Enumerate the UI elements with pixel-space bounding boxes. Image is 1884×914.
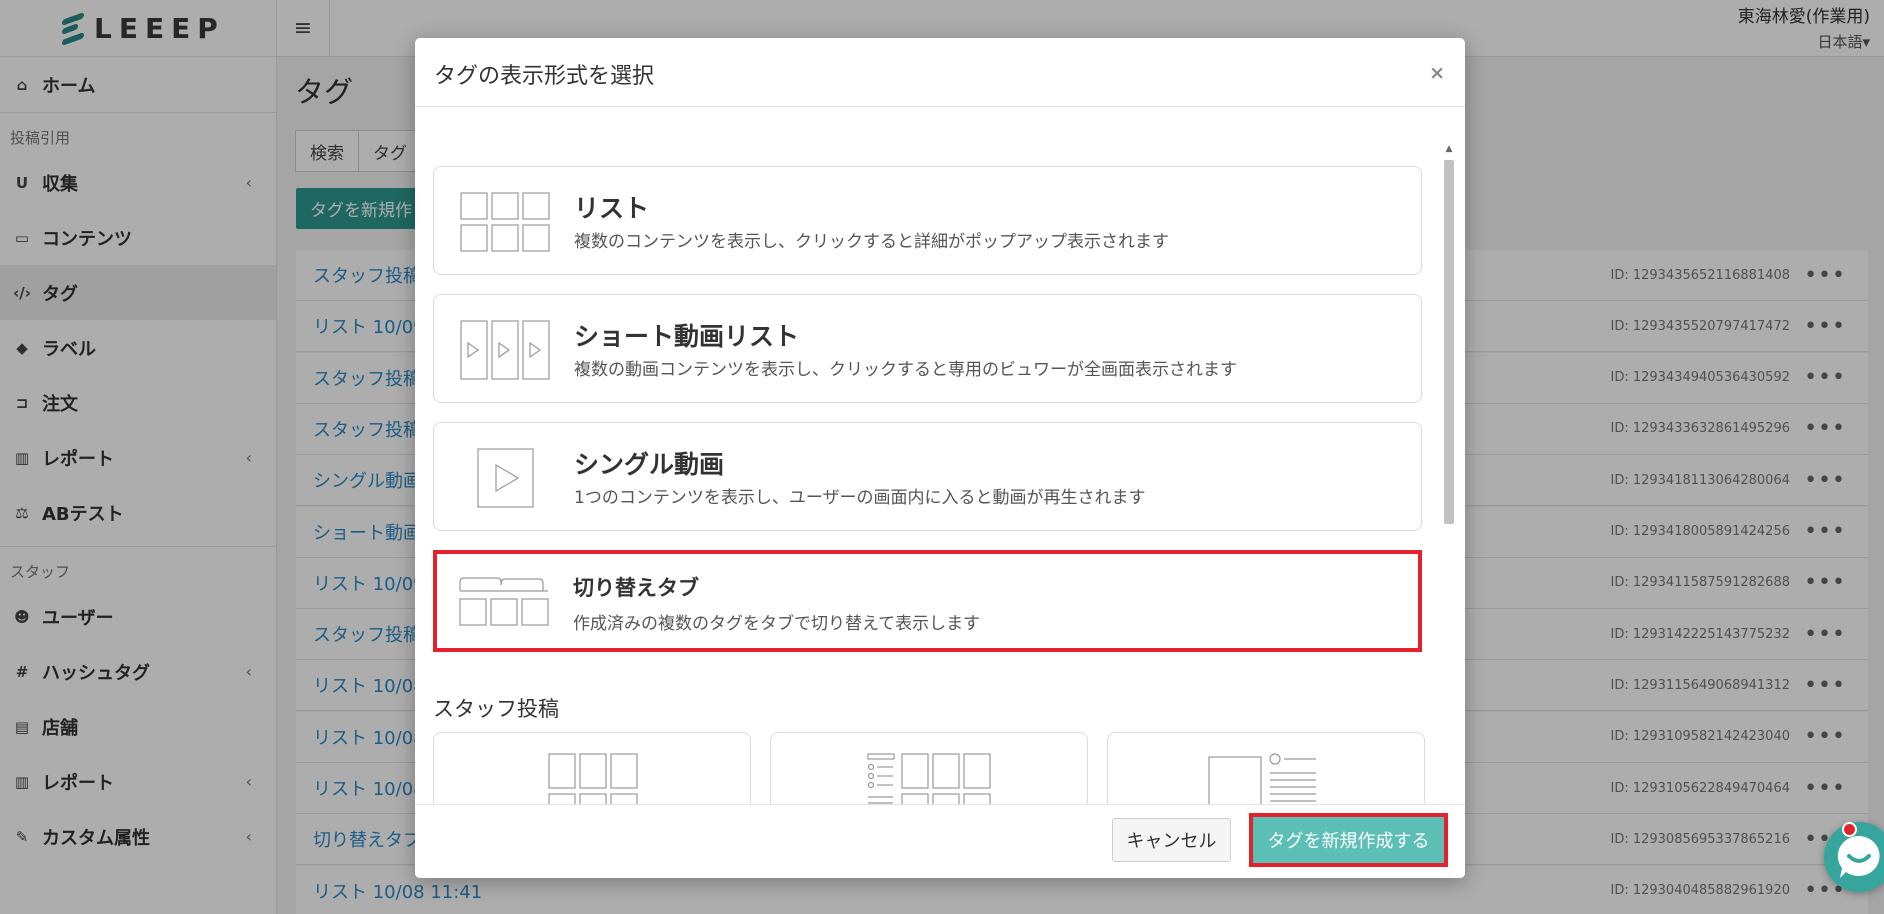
format-option-description: 複数のコンテンツを表示し、クリックすると詳細がポップアップ表示されます <box>574 232 1169 252</box>
format-option-short-video-list[interactable]: ショート動画リスト 複数の動画コンテンツを表示し、クリックすると専用のビュワーが… <box>433 294 1422 403</box>
grid-list-icon <box>460 192 550 252</box>
format-option-title: シングル動画 <box>574 450 725 479</box>
modal-title: タグの表示形式を選択 <box>434 64 655 89</box>
format-option-title: 切り替えタブ <box>573 576 699 600</box>
format-option-list[interactable]: リスト 複数のコンテンツを表示し、クリックすると詳細がポップアップ表示されます <box>433 166 1422 275</box>
format-option-single-video[interactable]: シングル動画 1つのコンテンツを表示し、ユーザーの画面内に入ると動画が再生されま… <box>433 422 1422 531</box>
format-option-description: 作成済みの複数のタグをタブで切り替えて表示します <box>573 614 981 634</box>
modal-scrollbar[interactable]: ▲ ▼ <box>1441 142 1457 842</box>
format-option-switch-tab[interactable]: 切り替えタブ 作成済みの複数のタグをタブで切り替えて表示します <box>433 550 1422 652</box>
create-button-highlight: タグを新規作成する <box>1249 813 1448 867</box>
single-video-icon <box>477 448 534 508</box>
tag-format-modal: タグの表示形式を選択 × リスト 複数のコンテンツを表示し、クリックすると詳細が… <box>415 38 1465 878</box>
format-option-title: リスト <box>574 194 650 223</box>
switch-tab-icon <box>459 577 549 626</box>
notification-badge <box>1842 822 1857 837</box>
video-list-icon <box>460 320 550 380</box>
format-option-title: ショート動画リスト <box>574 322 800 351</box>
modal-body: リスト 複数のコンテンツを表示し、クリックすると詳細がポップアップ表示されます … <box>415 106 1465 840</box>
cancel-button[interactable]: キャンセル <box>1112 818 1231 862</box>
scrollbar-thumb[interactable] <box>1444 160 1454 524</box>
create-tag-button[interactable]: タグを新規作成する <box>1253 817 1444 863</box>
format-option-description: 複数の動画コンテンツを表示し、クリックすると専用のビュワーが全画面表示されます <box>574 360 1237 380</box>
scroll-up-icon[interactable]: ▲ <box>1441 142 1457 156</box>
staff-post-section-label: スタッフ投稿 <box>433 697 559 721</box>
close-icon[interactable]: × <box>1429 62 1445 84</box>
format-option-description: 1つのコンテンツを表示し、ユーザーの画面内に入ると動画が再生されます <box>574 488 1146 508</box>
modal-footer: キャンセル タグを新規作成する <box>415 804 1465 878</box>
